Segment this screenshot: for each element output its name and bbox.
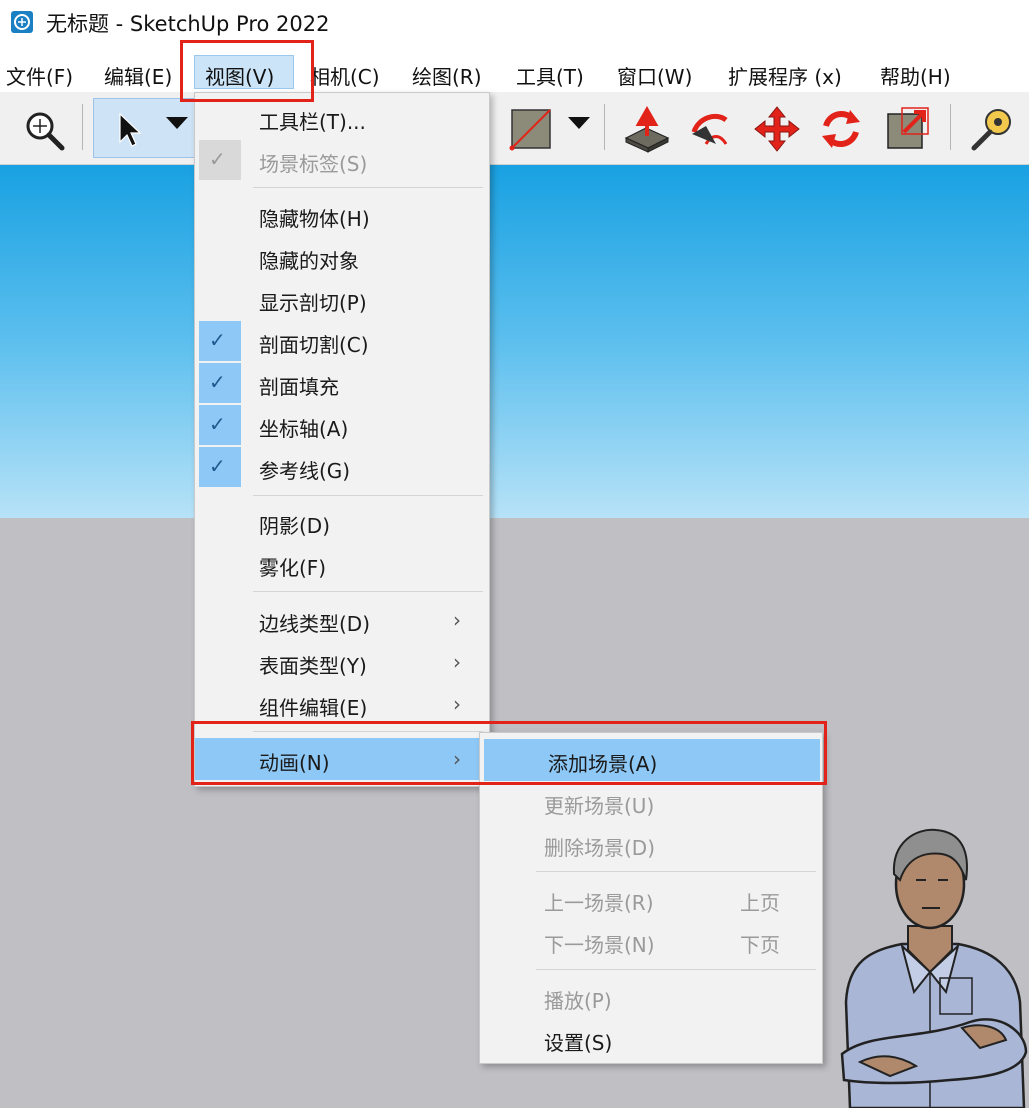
shape-tool-icon[interactable] [508,106,554,152]
sketchup-app-icon [11,11,33,33]
scale-figure-person [840,828,1028,1108]
menu-window[interactable]: 窗口(W) [617,61,692,90]
menu-tools[interactable]: 工具(T) [516,61,584,90]
menu-help[interactable]: 帮助(H) [880,61,951,90]
menu-separator [536,969,816,970]
menu-view[interactable]: 视图(V) [205,61,274,90]
chevron-down-icon[interactable] [164,114,190,132]
menu-item-edge-style[interactable]: 边线类型(D) › [195,599,489,641]
checkmark-icon: ✓ [209,454,226,478]
menu-item-component-edit[interactable]: 组件编辑(E) › [195,683,489,725]
submenu-item-add-scene[interactable]: 添加场景(A) [484,739,820,781]
menu-item-face-style[interactable]: 表面类型(Y) › [195,641,489,683]
view-menu-dropdown: 工具栏(T)... ✓ 场景标签(S) 隐藏物体(H) 隐藏的对象 显示剖切(P… [194,92,490,787]
chevron-right-icon: › [453,692,461,716]
submenu-item-play[interactable]: 播放(P) [484,976,820,1018]
shortcut-page-up: 上页 [740,891,780,915]
animation-submenu: 添加场景(A) 更新场景(U) 删除场景(D) 上一场景(R) 上页 下一场景(… [479,732,823,1064]
follow-me-icon[interactable] [686,104,736,154]
shortcut-page-down: 下页 [740,933,780,957]
submenu-item-next-scene[interactable]: 下一场景(N) 下页 [484,920,820,962]
move-icon[interactable] [752,104,802,154]
submenu-item-settings[interactable]: 设置(S) [484,1018,820,1060]
menu-item-scene-tabs[interactable]: ✓ 场景标签(S) [195,139,489,181]
chevron-down-icon[interactable] [566,114,592,132]
menu-file[interactable]: 文件(F) [6,61,73,90]
menu-separator [253,495,483,496]
menu-item-hidden-objects[interactable]: 隐藏的对象 [195,236,489,278]
menu-extensions[interactable]: 扩展程序 (x) [728,61,842,90]
menu-separator [253,731,483,732]
select-arrow-icon [119,112,142,147]
viewport-sky[interactable] [0,165,1029,518]
rotate-icon[interactable] [816,104,866,154]
menu-item-hidden-geometry[interactable]: 隐藏物体(H) [195,194,489,236]
menu-separator [536,871,816,872]
checkmark-icon: ✓ [209,412,226,436]
menu-separator [253,591,483,592]
title-bar: 无标题 - SketchUp Pro 2022 [0,0,1029,50]
menu-draw[interactable]: 绘图(R) [412,61,482,90]
tape-measure-icon[interactable] [966,104,1016,154]
menu-item-section-planes[interactable]: 显示剖切(P) [195,278,489,320]
submenu-item-delete-scene[interactable]: 删除场景(D) [484,823,820,865]
menu-separator [253,187,483,188]
checkmark-icon: ✓ [209,370,226,394]
chevron-right-icon: › [453,747,461,771]
menu-item-axes[interactable]: ✓ 坐标轴(A) [195,404,489,446]
menu-item-shadows[interactable]: 阴影(D) [195,501,489,543]
scale-icon[interactable] [882,104,932,154]
submenu-item-previous-scene[interactable]: 上一场景(R) 上页 [484,878,820,920]
chevron-right-icon: › [453,650,461,674]
checkmark-icon: ✓ [209,147,226,171]
checkmark-icon: ✓ [209,328,226,352]
menu-item-toolbars[interactable]: 工具栏(T)... [195,97,489,139]
menu-item-section-cuts[interactable]: ✓ 剖面切割(C) [195,320,489,362]
menu-item-guides[interactable]: ✓ 参考线(G) [195,446,489,488]
zoom-icon[interactable] [22,108,68,154]
chevron-right-icon: › [453,608,461,632]
window-title: 无标题 - SketchUp Pro 2022 [46,12,330,36]
menu-camera[interactable]: 相机(C) [310,61,380,90]
menu-item-fog[interactable]: 雾化(F) [195,543,489,585]
menu-edit[interactable]: 编辑(E) [104,61,172,90]
submenu-item-update-scene[interactable]: 更新场景(U) [484,781,820,823]
push-pull-icon[interactable] [622,104,672,154]
menu-item-section-fill[interactable]: ✓ 剖面填充 [195,362,489,404]
menu-item-animation[interactable]: 动画(N) › [195,738,489,780]
